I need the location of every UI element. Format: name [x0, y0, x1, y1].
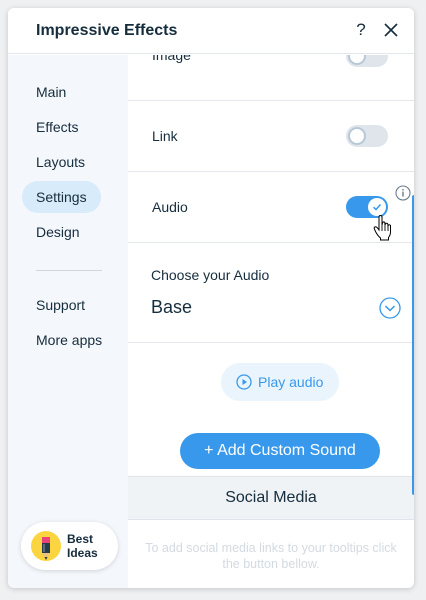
- sidebar-item-main[interactable]: Main: [22, 76, 80, 108]
- settings-content: Image Link Audio Choose your Audio Base …: [128, 55, 414, 588]
- image-toggle[interactable]: [346, 55, 388, 67]
- best-ideas-label: Best Ideas: [67, 532, 98, 560]
- audio-label: Audio: [152, 199, 188, 215]
- play-audio-button[interactable]: Play audio: [221, 363, 339, 401]
- sidebar-item-design[interactable]: Design: [22, 216, 94, 248]
- sidebar-item-layouts[interactable]: Layouts: [22, 146, 99, 178]
- toggle-knob: [348, 127, 366, 145]
- audio-dropdown-value: Base: [151, 297, 193, 317]
- scrollbar[interactable]: [412, 195, 414, 495]
- play-icon: [236, 374, 252, 390]
- pencil-icon: [31, 531, 61, 561]
- chevron-down-icon: [379, 297, 401, 319]
- image-label: Image: [152, 55, 191, 63]
- social-media-hint: To add social media links to your toolti…: [145, 541, 397, 571]
- best-ideas-line2: Ideas: [67, 546, 98, 560]
- close-icon: [384, 23, 398, 37]
- sidebar-item-more-apps[interactable]: More apps: [22, 324, 116, 356]
- link-row: Link: [128, 101, 414, 172]
- sidebar-item-settings[interactable]: Settings: [22, 181, 101, 213]
- panel-header: Impressive Effects ?: [8, 8, 414, 54]
- link-label: Link: [152, 128, 178, 144]
- sidebar-divider: [36, 270, 102, 271]
- sidebar-item-support[interactable]: Support: [22, 289, 99, 321]
- social-media-header: Social Media: [128, 476, 414, 520]
- panel-title: Impressive Effects: [36, 22, 178, 39]
- close-button[interactable]: [381, 20, 401, 40]
- audio-dropdown[interactable]: Base: [151, 291, 401, 321]
- hand-cursor-icon: [373, 215, 391, 241]
- toggle-knob: [368, 198, 386, 216]
- audio-row: Audio: [128, 172, 414, 243]
- play-audio-label: Play audio: [258, 374, 324, 390]
- choose-audio-label: Choose your Audio: [151, 267, 270, 283]
- info-icon[interactable]: [395, 185, 411, 201]
- link-toggle[interactable]: [346, 125, 388, 147]
- image-row: Image: [128, 55, 414, 101]
- check-icon: [372, 203, 382, 211]
- sidebar: Main Effects Layouts Settings Design Sup…: [8, 55, 128, 588]
- best-ideas-button[interactable]: Best Ideas: [21, 522, 118, 570]
- toggle-knob: [348, 55, 366, 65]
- best-ideas-line1: Best: [67, 532, 94, 546]
- help-button[interactable]: ?: [351, 19, 371, 41]
- help-icon: ?: [356, 20, 366, 39]
- sidebar-item-effects[interactable]: Effects: [22, 111, 93, 143]
- add-custom-sound-button[interactable]: + Add Custom Sound: [180, 433, 380, 469]
- settings-panel: Impressive Effects ? Main Effects Layout…: [8, 8, 414, 588]
